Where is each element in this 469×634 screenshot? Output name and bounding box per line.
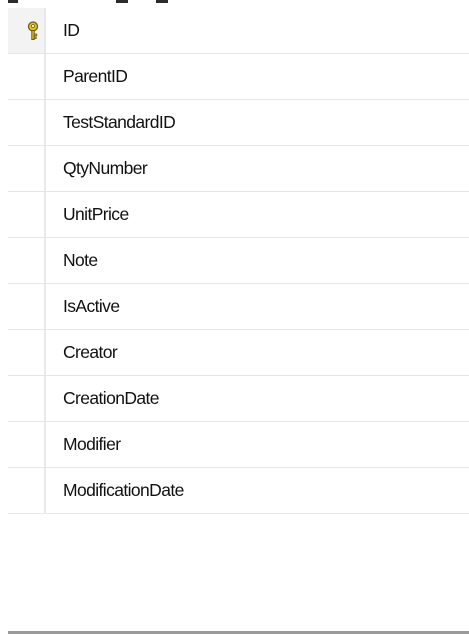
column-name[interactable]: Modifier xyxy=(63,433,121,455)
row-selector[interactable] xyxy=(8,192,46,237)
column-name[interactable]: ID xyxy=(63,19,80,41)
row-selector[interactable] xyxy=(8,238,46,283)
column-name[interactable]: CreationDate xyxy=(63,387,160,409)
column-name[interactable]: TestStandardID xyxy=(63,111,176,133)
column-row-teststandardid[interactable]: TestStandardID xyxy=(8,100,469,146)
column-row-isactive[interactable]: IsActive xyxy=(8,284,469,330)
column-name[interactable]: ModificationDate xyxy=(63,479,184,501)
column-name[interactable]: ParentID xyxy=(63,65,128,87)
primary-key-icon xyxy=(27,21,39,40)
column-name[interactable]: QtyNumber xyxy=(63,157,148,179)
table-designer-grid: ID ParentID TestStandardID QtyNumber Uni… xyxy=(8,0,469,634)
column-row-qtynumber[interactable]: QtyNumber xyxy=(8,146,469,192)
column-row-creationdate[interactable]: CreationDate xyxy=(8,376,469,422)
row-selector[interactable] xyxy=(8,422,46,467)
column-row-modificationdate[interactable]: ModificationDate xyxy=(8,468,469,514)
row-selector[interactable] xyxy=(8,284,46,329)
column-list: ID ParentID TestStandardID QtyNumber Uni… xyxy=(8,8,469,514)
row-selector[interactable] xyxy=(8,54,46,99)
column-name[interactable]: IsActive xyxy=(63,295,120,317)
row-selector[interactable] xyxy=(8,100,46,145)
row-selector[interactable] xyxy=(8,330,46,375)
column-name[interactable]: Creator xyxy=(63,341,118,363)
column-row-creator[interactable]: Creator xyxy=(8,330,469,376)
column-name[interactable]: Note xyxy=(63,249,98,271)
column-row-unitprice[interactable]: UnitPrice xyxy=(8,192,469,238)
grid-top-edge xyxy=(8,0,469,8)
row-selector[interactable] xyxy=(8,468,46,513)
column-row-id[interactable]: ID xyxy=(8,8,469,54)
row-selector[interactable] xyxy=(8,146,46,191)
column-row-modifier[interactable]: Modifier xyxy=(8,422,469,468)
row-selector[interactable] xyxy=(8,8,46,53)
column-row-note[interactable]: Note xyxy=(8,238,469,284)
column-name[interactable]: UnitPrice xyxy=(63,203,129,225)
column-row-parentid[interactable]: ParentID xyxy=(8,54,469,100)
row-selector[interactable] xyxy=(8,376,46,421)
